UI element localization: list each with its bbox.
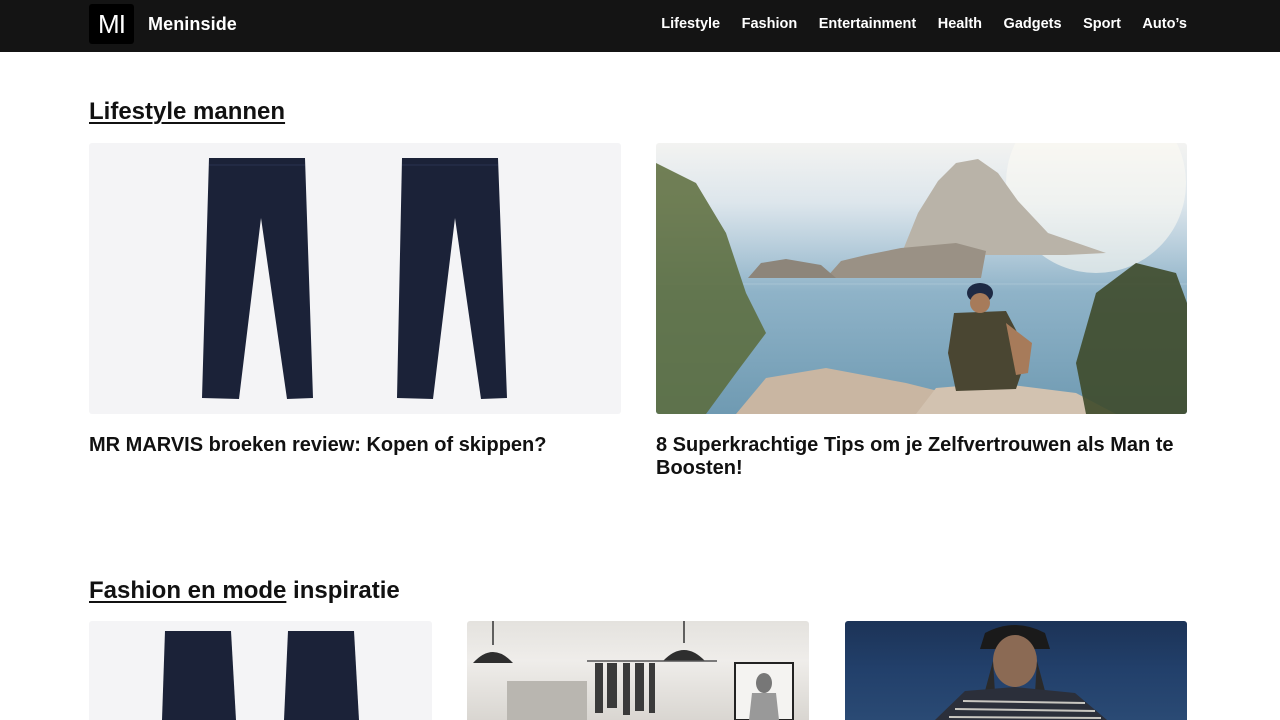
article-card[interactable]: MR MARVIS broeken review: Kopen of skipp… bbox=[89, 143, 621, 483]
nav-item-gadgets[interactable]: Gadgets bbox=[1004, 16, 1062, 32]
article-card[interactable] bbox=[467, 621, 809, 720]
section-link-lifestyle[interactable]: Lifestyle mannen bbox=[89, 98, 285, 125]
nav-item-autos[interactable]: Auto’s bbox=[1142, 16, 1187, 32]
nav-item-lifestyle[interactable]: Lifestyle bbox=[661, 16, 720, 32]
nav-item-health[interactable]: Health bbox=[938, 16, 982, 32]
site-logo-link[interactable]: MI Meninside bbox=[89, 4, 237, 44]
article-image-store bbox=[467, 621, 809, 720]
article-title: 8 Superkrachtige Tips om je Zelfvertrouw… bbox=[656, 434, 1174, 479]
section-title-fashion: Fashion en mode inspiratie bbox=[89, 577, 400, 605]
article-card[interactable]: 8 Superkrachtige Tips om je Zelfvertrouw… bbox=[656, 143, 1187, 483]
cliff-sea-image bbox=[656, 143, 1187, 414]
article-image-pants bbox=[89, 621, 432, 720]
site-logo: MI bbox=[89, 4, 134, 44]
article-card[interactable] bbox=[845, 621, 1187, 720]
section-title-rest: inspiratie bbox=[286, 577, 400, 604]
section-link-fashion[interactable]: Fashion en mode bbox=[89, 577, 286, 604]
pants-image bbox=[202, 158, 507, 399]
main-nav: Lifestyle Fashion Entertainment Health G… bbox=[640, 0, 1187, 48]
section-title-lifestyle: Lifestyle mannen bbox=[89, 98, 285, 126]
article-image-cliff bbox=[656, 143, 1187, 414]
store-interior-image bbox=[473, 621, 794, 720]
article-card[interactable] bbox=[89, 621, 432, 720]
nav-item-fashion[interactable]: Fashion bbox=[742, 16, 798, 32]
nav-item-sport[interactable]: Sport bbox=[1083, 16, 1121, 32]
nav-item-entertainment[interactable]: Entertainment bbox=[819, 16, 917, 32]
site-name: Meninside bbox=[148, 13, 237, 34]
article-title: MR MARVIS broeken review: Kopen of skipp… bbox=[89, 434, 547, 456]
pants-image bbox=[162, 631, 359, 720]
article-image-pants bbox=[89, 143, 621, 414]
article-image-portrait bbox=[845, 621, 1187, 720]
man-portrait-image bbox=[935, 625, 1107, 720]
site-header: MI Meninside Lifestyle Fashion Entertain… bbox=[0, 0, 1280, 52]
